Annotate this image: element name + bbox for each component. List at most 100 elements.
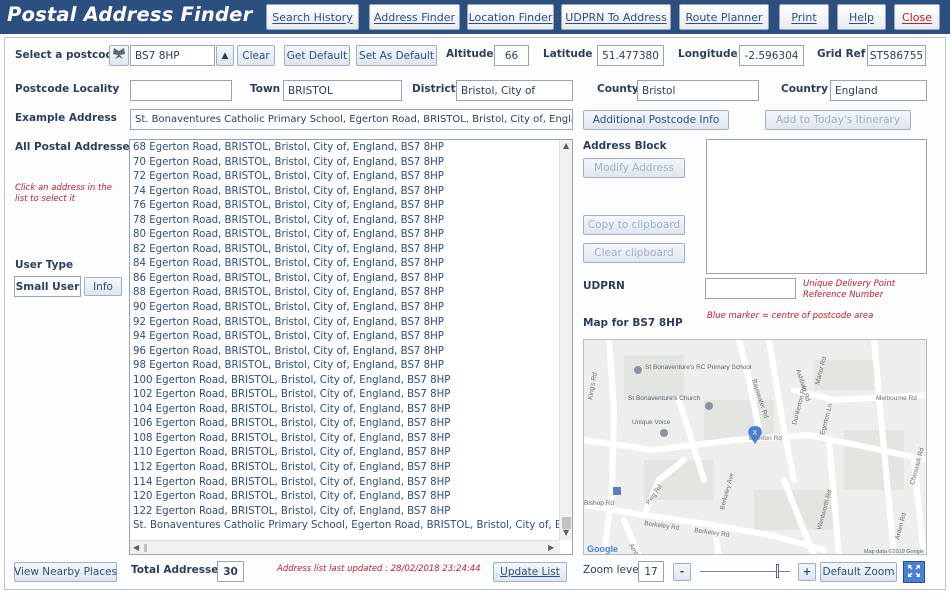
- address-list-item[interactable]: St. Bonaventures Catholic Primary School…: [130, 519, 560, 534]
- map-poi-church-label: St Bonaventure's Church: [628, 395, 700, 402]
- address-list-item[interactable]: 90 Egerton Road, BRISTOL, Bristol, City …: [130, 301, 560, 316]
- address-list-item[interactable]: 94 Egerton Road, BRISTOL, Bristol, City …: [130, 330, 560, 345]
- address-list-item[interactable]: 104 Egerton Road, BRISTOL, Bristol, City…: [130, 403, 560, 418]
- help-button[interactable]: Help: [837, 4, 886, 30]
- list-updated-note: Address list last updated : 28/02/2018 2…: [277, 564, 481, 574]
- modify-address-button[interactable]: Modify Address: [583, 158, 685, 178]
- country-label: Country: [781, 83, 828, 95]
- postcode-lookup-button[interactable]: [109, 45, 129, 66]
- postcode-input[interactable]: BS7 8HP: [130, 45, 215, 66]
- clear-clipboard-button[interactable]: Clear clipboard: [583, 243, 685, 263]
- view-nearby-places-button[interactable]: View Nearby Places: [14, 562, 117, 582]
- address-list: 68 Egerton Road, BRISTOL, Bristol, City …: [130, 141, 560, 537]
- fullscreen-map-button[interactable]: [903, 561, 925, 583]
- svg-text:X: X: [753, 430, 758, 437]
- address-list-item[interactable]: 86 Egerton Road, BRISTOL, Bristol, City …: [130, 272, 560, 287]
- get-default-button[interactable]: Get Default: [284, 45, 350, 66]
- google-logo: Google: [587, 544, 618, 554]
- horizontal-scroll-thumb[interactable]: [144, 544, 147, 552]
- list-horizontal-scrollbar[interactable]: ◀ ▶: [130, 540, 560, 554]
- butterfly-icon: [112, 47, 126, 64]
- address-list-item[interactable]: 102 Egerton Road, BRISTOL, Bristol, City…: [130, 388, 560, 403]
- address-list-item[interactable]: 68 Egerton Road, BRISTOL, Bristol, City …: [130, 141, 560, 156]
- postcode-locality-label: Postcode Locality: [15, 83, 120, 95]
- scroll-left-arrow-icon[interactable]: ◀: [133, 543, 139, 553]
- address-list-item[interactable]: 100 Egerton Road, BRISTOL, Bristol, City…: [130, 374, 560, 389]
- country-field: England: [830, 80, 927, 101]
- address-list-item[interactable]: 110 Egerton Road, BRISTOL, Bristol, City…: [130, 446, 560, 461]
- user-type-field: Small User: [14, 276, 81, 297]
- location-finder-button[interactable]: Location Finder: [467, 4, 554, 30]
- address-list-item[interactable]: 74 Egerton Road, BRISTOL, Bristol, City …: [130, 185, 560, 200]
- postcode-map[interactable]: Melbourne Rd Egerton Rd Berkeley Rd Berk…: [583, 339, 927, 555]
- address-list-item[interactable]: 112 Egerton Road, BRISTOL, Bristol, City…: [130, 461, 560, 476]
- postcode-dropdown-button[interactable]: ▲: [216, 45, 234, 66]
- grid-ref-label: Grid Ref: [817, 48, 866, 60]
- add-to-itinerary-button[interactable]: Add to Today's Itinerary: [765, 110, 911, 130]
- address-list-item[interactable]: 98 Egerton Road, BRISTOL, Bristol, City …: [130, 359, 560, 374]
- map-bus-stop-icon: [613, 487, 621, 495]
- print-button[interactable]: Print: [779, 4, 829, 30]
- address-list-item[interactable]: 76 Egerton Road, BRISTOL, Bristol, City …: [130, 199, 560, 214]
- longitude-label: Longitude: [678, 48, 738, 60]
- zoom-in-button[interactable]: +: [798, 563, 816, 581]
- address-list-item[interactable]: 106 Egerton Road, BRISTOL, Bristol, City…: [130, 417, 560, 432]
- udprn-label: UDPRN: [583, 280, 625, 292]
- copy-to-clipboard-button[interactable]: Copy to clipboard: [583, 215, 685, 235]
- address-list-item[interactable]: 122 Egerton Road, BRISTOL, Bristol, City…: [130, 505, 560, 520]
- altitude-label: Altitude: [446, 48, 494, 60]
- list-vertical-scrollbar[interactable]: ▲ ▼: [559, 140, 572, 540]
- select-postcode-label: Select a postcode: [15, 49, 121, 61]
- user-type-label: User Type: [15, 259, 74, 271]
- address-list-item[interactable]: 92 Egerton Road, BRISTOL, Bristol, City …: [130, 316, 560, 331]
- address-list-item[interactable]: 96 Egerton Road, BRISTOL, Bristol, City …: [130, 345, 560, 360]
- district-label: District: [412, 83, 456, 95]
- address-list-item[interactable]: 78 Egerton Road, BRISTOL, Bristol, City …: [130, 214, 560, 229]
- map-attribution: Map data ©2019 Google: [864, 548, 924, 555]
- set-as-default-button[interactable]: Set As Default: [356, 45, 437, 66]
- address-list-item[interactable]: 70 Egerton Road, BRISTOL, Bristol, City …: [130, 156, 560, 171]
- map-road-melbourne: Melbourne Rd: [876, 395, 917, 402]
- zoom-level-label: Zoom level: [583, 564, 642, 576]
- address-list-item[interactable]: 80 Egerton Road, BRISTOL, Bristol, City …: [130, 228, 560, 243]
- county-field: Bristol: [637, 80, 759, 101]
- scroll-right-arrow-icon[interactable]: ▶: [548, 543, 554, 553]
- address-list-item[interactable]: 108 Egerton Road, BRISTOL, Bristol, City…: [130, 432, 560, 447]
- address-list-item[interactable]: 88 Egerton Road, BRISTOL, Bristol, City …: [130, 286, 560, 301]
- example-address-label: Example Address: [15, 112, 117, 124]
- address-block-label: Address Block: [583, 140, 667, 152]
- clear-button[interactable]: Clear: [237, 45, 275, 66]
- additional-postcode-info-button[interactable]: Additional Postcode Info: [583, 110, 729, 130]
- address-list-item[interactable]: 120 Egerton Road, BRISTOL, Bristol, City…: [130, 490, 560, 505]
- close-button[interactable]: Close: [894, 4, 940, 30]
- marker-note: Blue marker = centre of postcode area: [707, 311, 874, 321]
- latitude-field: 51.477380: [597, 45, 664, 66]
- scroll-down-arrow-icon[interactable]: ▼: [563, 528, 569, 538]
- update-list-button[interactable]: Update List: [493, 562, 567, 582]
- udprn-field: [705, 278, 796, 299]
- route-planner-button[interactable]: Route Planner: [679, 4, 769, 30]
- zoom-slider-thumb[interactable]: [776, 564, 779, 578]
- search-history-button[interactable]: Search History: [266, 4, 359, 30]
- scroll-up-arrow-icon[interactable]: ▲: [563, 141, 569, 151]
- click-address-note: Click an address in the list to select i…: [15, 183, 112, 204]
- map-road-bishop: Bishop Rd: [584, 500, 614, 507]
- latitude-label: Latitude: [543, 48, 593, 60]
- address-listbox[interactable]: 68 Egerton Road, BRISTOL, Bristol, City …: [129, 139, 573, 555]
- address-block-textarea[interactable]: [706, 139, 927, 274]
- zoom-level-field: 17: [638, 561, 664, 582]
- default-zoom-button[interactable]: Default Zoom: [820, 562, 897, 582]
- address-list-item[interactable]: 84 Egerton Road, BRISTOL, Bristol, City …: [130, 257, 560, 272]
- udprn-to-address-button[interactable]: UDPRN To Address: [561, 4, 671, 30]
- address-list-item[interactable]: 82 Egerton Road, BRISTOL, Bristol, City …: [130, 243, 560, 258]
- address-list-item[interactable]: 72 Egerton Road, BRISTOL, Bristol, City …: [130, 170, 560, 185]
- zoom-out-button[interactable]: -: [673, 563, 691, 581]
- map-poi-school-label: St Bonaventure's RC Primary School: [645, 364, 752, 371]
- example-address-field: St. Bonaventures Catholic Primary School…: [130, 109, 573, 130]
- address-finder-button[interactable]: Address Finder: [369, 4, 460, 30]
- address-list-item[interactable]: 114 Egerton Road, BRISTOL, Bristol, City…: [130, 476, 560, 491]
- user-type-info-button[interactable]: Info: [84, 277, 122, 296]
- county-label: County: [597, 83, 639, 95]
- chevron-up-icon: ▲: [221, 50, 229, 61]
- expand-arrows-icon: [906, 563, 922, 582]
